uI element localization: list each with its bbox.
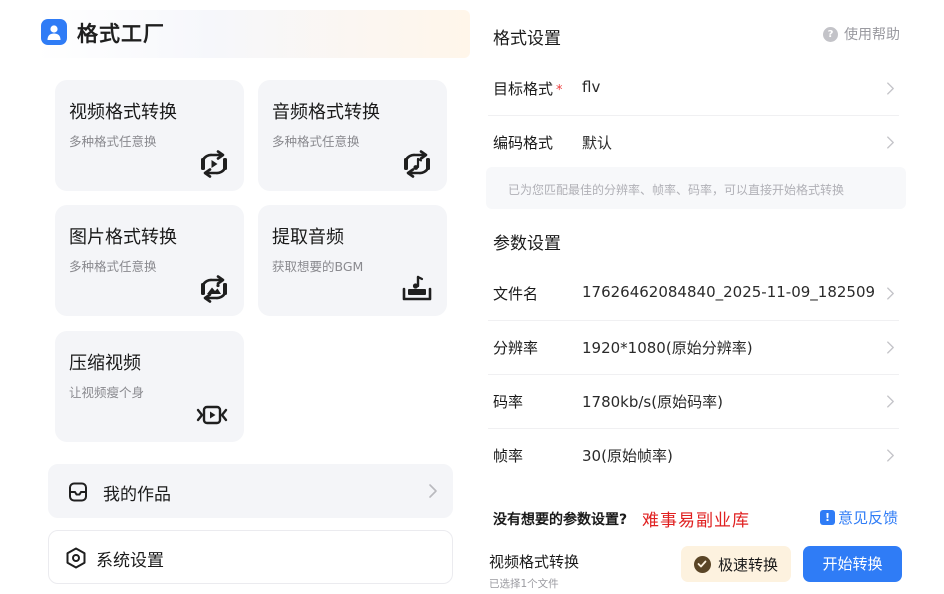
tool-card-video-convert[interactable]: 视频格式转换 多种格式任意换 [55,80,244,191]
param-row-bitrate[interactable]: 码率 1780kb/s(原始码率) [483,375,899,427]
param-row-resolution[interactable]: 分辨率 1920*1080(原始分辨率) [483,321,899,373]
no-param-prompt: 没有想要的参数设置? [493,512,628,528]
tool-card-subtitle: 让视频瘦个身 [69,385,145,400]
param-row-filename[interactable]: 文件名 17626462084840_2025-11-09_182509 [483,267,899,319]
param-label: 分辨率 [493,339,539,357]
tool-card-subtitle: 多种格式任意换 [69,134,157,149]
param-value: 1780kb/s(原始码率) [582,393,723,411]
match-hint-text: 已为您匹配最佳的分辨率、帧率、码率，可以直接开始格式转换 [508,183,845,197]
system-settings-button[interactable]: 系统设置 [48,530,453,584]
chevron-right-icon [429,484,437,498]
works-box-icon [69,482,87,502]
user-logo-icon [41,19,67,45]
feedback-label: 意见反馈 [837,509,898,527]
right-panel: 格式设置 ? 使用帮助 目标格式 * flv 编码格式 默认 已为您匹配最佳的分辨… [478,0,944,594]
question-icon: ? [823,26,838,42]
param-value: 30(原始帧率) [582,447,673,465]
param-label: 码率 [493,393,524,411]
chevron-right-icon [887,82,894,95]
chevron-right-icon [887,449,894,462]
tool-card-subtitle: 多种格式任意换 [272,134,360,149]
param-label: 帧率 [493,447,524,465]
tool-card-subtitle: 获取想要的BGM [272,259,364,274]
extract-audio-icon [402,275,432,301]
param-value: 17626462084840_2025-11-09_182509 [582,283,876,301]
tool-card-title: 压缩视频 [69,353,141,374]
match-hint: 已为您匹配最佳的分辨率、帧率、码率，可以直接开始格式转换 [486,167,906,209]
task-title: 视频格式转换 [489,553,580,571]
tool-card-title: 视频格式转换 [69,102,177,123]
help-label: 使用帮助 [844,27,900,43]
my-works-button[interactable]: 我的作品 [48,464,453,518]
param-value: 1920*1080(原始分辨率) [582,339,753,357]
tool-card-subtitle: 多种格式任意换 [69,259,157,274]
tool-card-image-convert[interactable]: 图片格式转换 多种格式任意换 [55,205,244,316]
my-works-label: 我的作品 [103,485,171,505]
compress-video-icon [196,405,228,425]
video-convert-icon [201,150,227,178]
chevron-right-icon [887,136,894,149]
param-row-framerate[interactable]: 帧率 30(原始帧率) [483,429,899,481]
target-format-value: flv [582,78,601,96]
tool-card-compress-video[interactable]: 压缩视频 让视频瘦个身 [55,331,244,442]
feedback-link[interactable]: ! 意见反馈 [819,507,898,528]
tool-card-title: 图片格式转换 [69,227,177,248]
codec-format-value: 默认 [582,134,613,152]
watermark-text: 难事易副业库 [642,511,750,531]
start-convert-button[interactable]: 开始转换 [803,546,902,582]
params-settings-title: 参数设置 [493,234,561,254]
settings-hexagon-icon [66,547,86,569]
codec-format-row[interactable]: 编码格式 默认 [483,116,899,168]
tool-card-title: 提取音频 [272,227,344,248]
left-panel: 格式工厂 视频格式转换 多种格式任意换 音频格式转换 多种格式任意换 图片格式转… [0,0,470,594]
tool-card-extract-audio[interactable]: 提取音频 获取想要的BGM [258,205,447,316]
help-link[interactable]: ? 使用帮助 [823,24,900,44]
image-convert-icon [201,275,227,303]
fast-convert-button[interactable]: 极速转换 [681,546,791,582]
feedback-icon: ! [819,510,835,525]
param-label: 文件名 [493,285,539,303]
chevron-right-icon [887,287,894,300]
required-mark: * [556,83,563,98]
system-settings-label: 系统设置 [96,551,164,571]
format-settings-title: 格式设置 [493,29,561,49]
target-format-row[interactable]: 目标格式 * flv [483,62,899,114]
tool-card-title: 音频格式转换 [272,102,380,123]
chevron-right-icon [887,395,894,408]
codec-format-label: 编码格式 [493,134,554,152]
fast-convert-label: 极速转换 [717,555,778,574]
tool-card-audio-convert[interactable]: 音频格式转换 多种格式任意换 [258,80,447,191]
check-icon [693,555,711,573]
selected-files-count: 已选择1个文件 [489,578,559,590]
app-title: 格式工厂 [77,22,165,46]
target-format-label: 目标格式 * [493,80,563,98]
chevron-right-icon [887,341,894,354]
audio-convert-icon [404,150,430,178]
